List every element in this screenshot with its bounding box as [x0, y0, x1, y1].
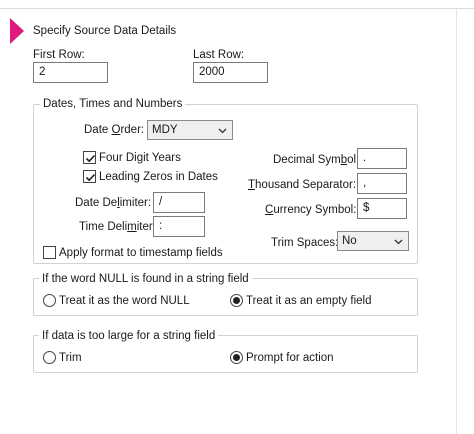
dates-group-legend: Dates, Times and Numbers	[40, 97, 186, 111]
chevron-down-icon	[218, 128, 227, 134]
large-group-legend: If data is too large for a string field	[39, 329, 219, 343]
treat-word-null-label: Treat it as the word NULL	[59, 295, 190, 307]
treat-empty-field-radio[interactable]	[230, 294, 243, 307]
step-marker-icon	[10, 18, 24, 44]
date-delimiter-label: Date Delimiter:	[75, 197, 152, 209]
date-order-select[interactable]: MDY	[147, 120, 233, 140]
thousand-separator-label: Thousand Separator:	[248, 179, 357, 191]
checkmark-icon	[85, 173, 96, 182]
apply-format-checkbox[interactable]	[43, 246, 56, 259]
trim-spaces-label: Trim Spaces:	[271, 237, 339, 249]
thousand-separator-input[interactable]: ,	[357, 173, 407, 194]
decimal-symbol-input[interactable]: .	[357, 148, 407, 169]
chevron-down-icon	[394, 239, 403, 245]
treat-word-null-radio[interactable]	[43, 294, 56, 307]
date-order-value: MDY	[152, 124, 178, 136]
right-divider	[456, 8, 457, 434]
radio-dot-icon	[233, 297, 240, 304]
time-delimiter-label: Time Delimiter:	[79, 221, 156, 233]
four-digit-years-checkbox[interactable]	[83, 151, 96, 164]
decimal-symbol-label: Decimal Symbol:	[273, 154, 360, 166]
last-row-label: Last Row:	[193, 49, 245, 61]
leading-zeros-label: Leading Zeros in Dates	[99, 171, 218, 183]
leading-zeros-checkbox[interactable]	[83, 170, 96, 183]
time-delimiter-input[interactable]: :	[153, 216, 205, 237]
treat-empty-field-label: Treat it as an empty field	[246, 295, 372, 307]
trim-label: Trim	[59, 352, 82, 364]
apply-format-label: Apply format to timestamp fields	[59, 247, 223, 259]
first-row-label: First Row:	[33, 49, 85, 61]
last-row-input[interactable]: 2000	[193, 62, 268, 83]
date-delimiter-input[interactable]: /	[153, 192, 205, 213]
date-order-label: Date Order:	[84, 124, 145, 136]
prompt-for-action-radio[interactable]	[230, 351, 243, 364]
currency-symbol-label: Currency Symbol:	[265, 204, 357, 216]
trim-spaces-select[interactable]: No	[337, 231, 409, 251]
trim-spaces-value: No	[342, 235, 357, 247]
currency-symbol-input[interactable]: $	[357, 198, 407, 219]
top-divider	[0, 8, 474, 9]
radio-dot-icon	[233, 354, 240, 361]
four-digit-years-label: Four Digit Years	[99, 152, 181, 164]
checkmark-icon	[85, 154, 96, 163]
page-title: Specify Source Data Details	[33, 25, 177, 37]
null-group-legend: If the word NULL is found in a string fi…	[39, 272, 252, 286]
trim-radio[interactable]	[43, 351, 56, 364]
first-row-input[interactable]: 2	[33, 62, 108, 83]
prompt-for-action-label: Prompt for action	[246, 352, 334, 364]
